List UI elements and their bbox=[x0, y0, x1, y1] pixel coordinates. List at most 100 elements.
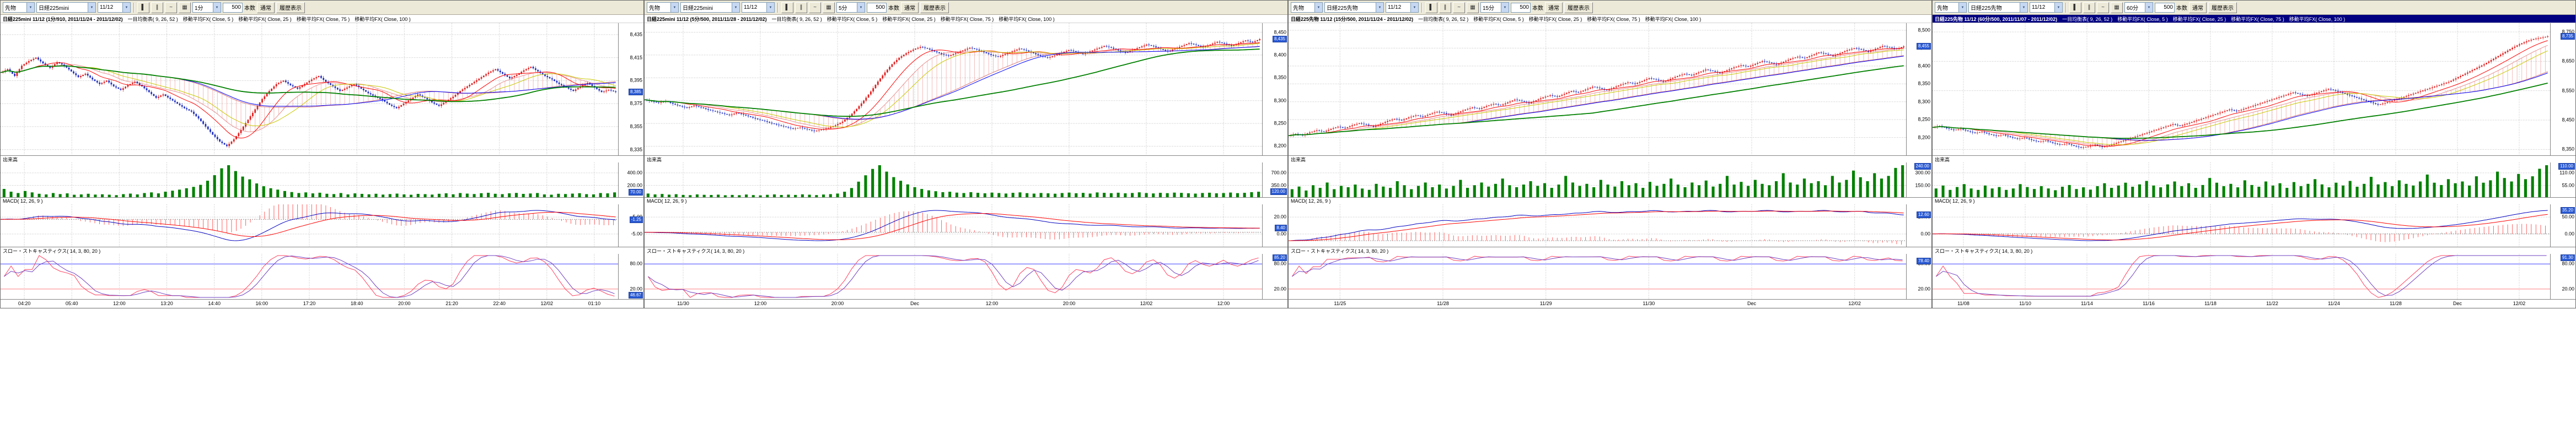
current-value-badge: 8,455 bbox=[1917, 43, 1931, 50]
macd-chart[interactable] bbox=[1, 204, 618, 247]
macd-label-strip: MACD( 12, 26, 9 ) bbox=[1289, 197, 1931, 204]
line-chart-button[interactable]: ~ bbox=[2097, 2, 2109, 13]
price-axis[interactable]: 8,7508,6508,5508,4508,3508,735 bbox=[2550, 23, 2575, 155]
volume-chart[interactable] bbox=[1, 162, 618, 197]
price-axis[interactable]: 8,4358,4158,3958,3758,3558,3358,385 bbox=[618, 23, 643, 155]
ohlc-bar-chart-button[interactable]: ∥ bbox=[795, 2, 807, 13]
normal-view-button[interactable]: 通常 bbox=[2189, 2, 2207, 13]
stoch-chart[interactable] bbox=[1933, 254, 2550, 299]
ohlc-bar-chart-button[interactable]: ∥ bbox=[151, 2, 163, 13]
market-select[interactable]: 先物 ▼ bbox=[647, 2, 679, 13]
bar-count-input[interactable] bbox=[223, 3, 243, 13]
grid-settings-button[interactable]: ▦ bbox=[823, 2, 835, 13]
contract-month-select[interactable]: 11/12 ▼ bbox=[98, 2, 131, 13]
normal-view-button[interactable]: 通常 bbox=[901, 2, 919, 13]
symbol-select[interactable]: 日経225先物 ▼ bbox=[1968, 2, 2028, 13]
normal-view-button[interactable]: 通常 bbox=[257, 2, 275, 13]
chart-canvas bbox=[1289, 162, 1906, 197]
chart-title: 日経225先物 11/12 (60分/500, 2011/11/07 - 201… bbox=[1935, 15, 2057, 23]
legend-ma-2: 移動平均FX( Close, 25 ) bbox=[2173, 15, 2226, 23]
history-button[interactable]: 履歴表示 bbox=[920, 2, 949, 13]
macd-chart[interactable] bbox=[1933, 204, 2550, 247]
axis-tick-label: 0.00 bbox=[1920, 231, 1930, 236]
contract-month-select[interactable]: 11/12 ▼ bbox=[1386, 2, 1419, 13]
time-axis-label: 11/18 bbox=[2204, 301, 2217, 306]
history-button[interactable]: 履歴表示 bbox=[1564, 2, 1593, 13]
price-chart[interactable] bbox=[1933, 23, 2550, 155]
time-axis-label: 17:20 bbox=[303, 301, 316, 306]
stoch-axis: 80.0020.0085.20 bbox=[1262, 254, 1287, 299]
time-axis-label: 11/28 bbox=[2390, 301, 2402, 306]
axis-tick-label: 110.00 bbox=[2559, 170, 2574, 175]
volume-chart[interactable] bbox=[1933, 162, 2550, 197]
grid-settings-button[interactable]: ▦ bbox=[179, 2, 191, 13]
toolbar-separator bbox=[777, 3, 779, 13]
chart-canvas bbox=[1, 204, 618, 247]
stoch-chart[interactable] bbox=[1, 254, 618, 299]
history-button[interactable]: 履歴表示 bbox=[2208, 2, 2237, 13]
price-chart[interactable] bbox=[645, 23, 1262, 155]
time-axis-label: 12:00 bbox=[754, 301, 767, 306]
market-select[interactable]: 先物 ▼ bbox=[1291, 2, 1323, 13]
price-chart[interactable] bbox=[1, 23, 618, 155]
current-value-badge: 35.20 bbox=[2561, 207, 2575, 214]
grid-settings-button[interactable]: ▦ bbox=[2111, 2, 2123, 13]
symbol-select[interactable]: 日経225mini ▼ bbox=[36, 2, 96, 13]
history-button[interactable]: 履歴表示 bbox=[276, 2, 305, 13]
normal-view-button[interactable]: 通常 bbox=[1545, 2, 1563, 13]
market-select[interactable]: 先物 ▼ bbox=[3, 2, 35, 13]
volume-label: 出来高 bbox=[3, 156, 18, 163]
line-chart-button[interactable]: ~ bbox=[1453, 2, 1465, 13]
desktop-background bbox=[0, 308, 2576, 422]
line-chart-button[interactable]: ~ bbox=[165, 2, 177, 13]
contract-month-value: 11/12 bbox=[2032, 4, 2045, 10]
stoch-chart[interactable] bbox=[1289, 254, 1906, 299]
bar-count-input[interactable] bbox=[867, 3, 887, 13]
market-select[interactable]: 先物 ▼ bbox=[1935, 2, 1967, 13]
macd-chart[interactable] bbox=[645, 204, 1262, 247]
axis-tick-label: 50.00 bbox=[2562, 215, 2574, 220]
price-chart[interactable] bbox=[1289, 23, 1906, 155]
bar-count-label: 本数 bbox=[2176, 3, 2187, 12]
axis-tick-label: 20.00 bbox=[2562, 286, 2574, 291]
period-select[interactable]: 60分 ▼ bbox=[2124, 2, 2153, 13]
contract-month-select[interactable]: 11/12 ▼ bbox=[742, 2, 775, 13]
axis-tick-label: 0.00 bbox=[2564, 231, 2574, 236]
legend-ichimoku: 一目均衡表( 9, 26, 52 ) bbox=[2062, 15, 2112, 23]
stoch-chart[interactable] bbox=[645, 254, 1262, 299]
chart-canvas bbox=[645, 254, 1262, 299]
stoch-label-strip: スロー・ストキャスティクス( 14, 3, 80, 20 ) bbox=[645, 247, 1287, 254]
chart-canvas bbox=[1933, 23, 2550, 155]
ohlc-bar-chart-button[interactable]: ∥ bbox=[1439, 2, 1451, 13]
macd-label: MACD( 12, 26, 9 ) bbox=[1291, 198, 1331, 204]
chart-canvas bbox=[645, 162, 1262, 197]
symbol-select[interactable]: 日経225先物 ▼ bbox=[1324, 2, 1384, 13]
contract-month-value: 11/12 bbox=[100, 4, 113, 10]
volume-chart[interactable] bbox=[1289, 162, 1906, 197]
price-axis[interactable]: 8,4508,4008,3508,3008,2508,2008,435 bbox=[1262, 23, 1287, 155]
period-select[interactable]: 5分 ▼ bbox=[836, 2, 865, 13]
stoch-label: スロー・ストキャスティクス( 14, 3, 80, 20 ) bbox=[647, 247, 744, 254]
bar-count-input[interactable] bbox=[2155, 3, 2175, 13]
grid-settings-button[interactable]: ▦ bbox=[1467, 2, 1479, 13]
price-axis[interactable]: 8,5008,4508,4008,3508,3008,2508,2008,455 bbox=[1906, 23, 1931, 155]
volume-chart[interactable] bbox=[645, 162, 1262, 197]
symbol-select[interactable]: 日経225mini ▼ bbox=[680, 2, 740, 13]
macd-label: MACD( 12, 26, 9 ) bbox=[3, 198, 43, 204]
candlestick-chart-button[interactable]: ▌ bbox=[1425, 2, 1437, 13]
current-value-badge: 8,735 bbox=[2561, 33, 2575, 40]
period-select[interactable]: 1分 ▼ bbox=[192, 2, 221, 13]
ohlc-bar-chart-button[interactable]: ∥ bbox=[2083, 2, 2095, 13]
period-select[interactable]: 15分 ▼ bbox=[1480, 2, 1509, 13]
period-select-value: 15分 bbox=[1483, 3, 1494, 12]
line-chart-button[interactable]: ~ bbox=[809, 2, 821, 13]
macd-chart[interactable] bbox=[1289, 204, 1906, 247]
volume-label-strip: 出来高 bbox=[645, 155, 1287, 162]
time-axis: 11/0811/1011/1411/1611/1811/2211/2411/28… bbox=[1933, 299, 2575, 308]
candlestick-chart-button[interactable]: ▌ bbox=[137, 2, 149, 13]
current-value-badge: 46.67 bbox=[629, 292, 643, 299]
candlestick-chart-button[interactable]: ▌ bbox=[781, 2, 793, 13]
candlestick-chart-button[interactable]: ▌ bbox=[2069, 2, 2081, 13]
contract-month-select[interactable]: 11/12 ▼ bbox=[2030, 2, 2063, 13]
bar-count-input[interactable] bbox=[1511, 3, 1531, 13]
